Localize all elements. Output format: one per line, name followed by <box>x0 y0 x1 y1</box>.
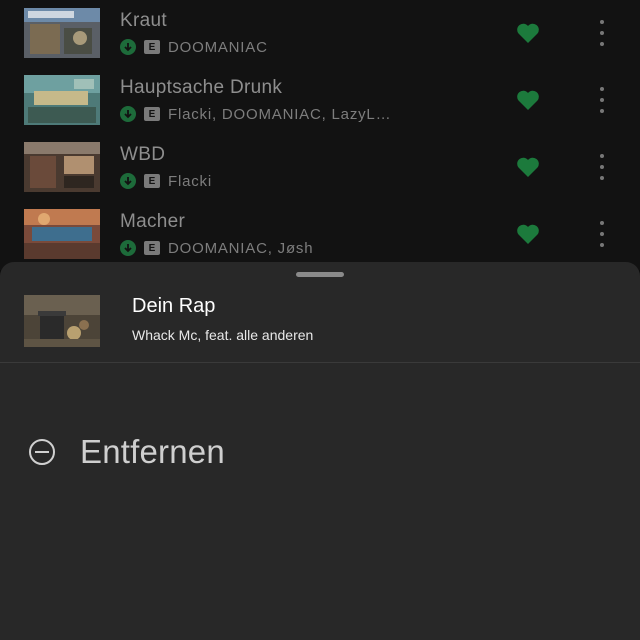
remove-action-label: Entfernen <box>80 433 225 470</box>
sheet-track-header: Dein Rap Whack Mc, feat. alle anderen <box>0 282 640 363</box>
album-art <box>24 295 100 347</box>
track-title: WBD <box>120 144 166 165</box>
track-row-macher[interactable]: Macher E DOOMANIAC, Jøsh <box>0 201 640 267</box>
album-art <box>24 8 100 58</box>
track-row-hauptsache-drunk[interactable]: Hauptsache Drunk E Flacki, DOOMANIAC, La… <box>0 67 640 133</box>
album-art <box>24 75 100 125</box>
remove-action[interactable]: Entfernen <box>0 430 640 474</box>
track-artists: Flacki <box>168 172 212 190</box>
explicit-icon: E <box>144 241 160 255</box>
sheet-drag-handle[interactable] <box>296 272 344 277</box>
track-list: Kraut E DOOMANIAC Hauptsache Drunk E Fla… <box>0 0 640 270</box>
heart-icon[interactable] <box>516 22 540 44</box>
more-icon[interactable] <box>596 154 608 180</box>
more-icon[interactable] <box>596 221 608 247</box>
heart-icon[interactable] <box>516 89 540 111</box>
minus-circle-icon <box>26 438 58 466</box>
explicit-icon: E <box>144 107 160 121</box>
track-artists: DOOMANIAC <box>168 38 268 56</box>
album-art <box>24 209 100 259</box>
more-icon[interactable] <box>596 87 608 113</box>
heart-icon[interactable] <box>516 156 540 178</box>
bottom-sheet: Dein Rap Whack Mc, feat. alle anderen En… <box>0 262 640 640</box>
album-art <box>24 142 100 192</box>
track-row-kraut[interactable]: Kraut E DOOMANIAC <box>0 0 640 66</box>
explicit-icon: E <box>144 174 160 188</box>
track-title: Kraut <box>120 10 167 31</box>
track-meta: E Flacki, DOOMANIAC, LazyL… <box>120 105 391 123</box>
explicit-icon: E <box>144 40 160 54</box>
track-meta: E DOOMANIAC, Jøsh <box>120 239 313 257</box>
download-icon <box>120 39 136 55</box>
track-artists: Flacki, DOOMANIAC, LazyL… <box>168 105 392 123</box>
track-row-wbd[interactable]: WBD E Flacki <box>0 134 640 200</box>
heart-icon[interactable] <box>516 223 540 245</box>
track-artists: DOOMANIAC, Jøsh <box>168 239 314 257</box>
sheet-track-title: Dein Rap <box>132 295 216 317</box>
download-icon <box>120 173 136 189</box>
track-meta: E Flacki <box>120 172 212 190</box>
track-meta: E DOOMANIAC <box>120 38 268 56</box>
download-icon <box>120 106 136 122</box>
download-icon <box>120 240 136 256</box>
sheet-track-subtitle: Whack Mc, feat. alle anderen <box>132 327 314 343</box>
more-icon[interactable] <box>596 20 608 46</box>
track-title: Macher <box>120 211 186 232</box>
track-title: Hauptsache Drunk <box>120 77 283 98</box>
